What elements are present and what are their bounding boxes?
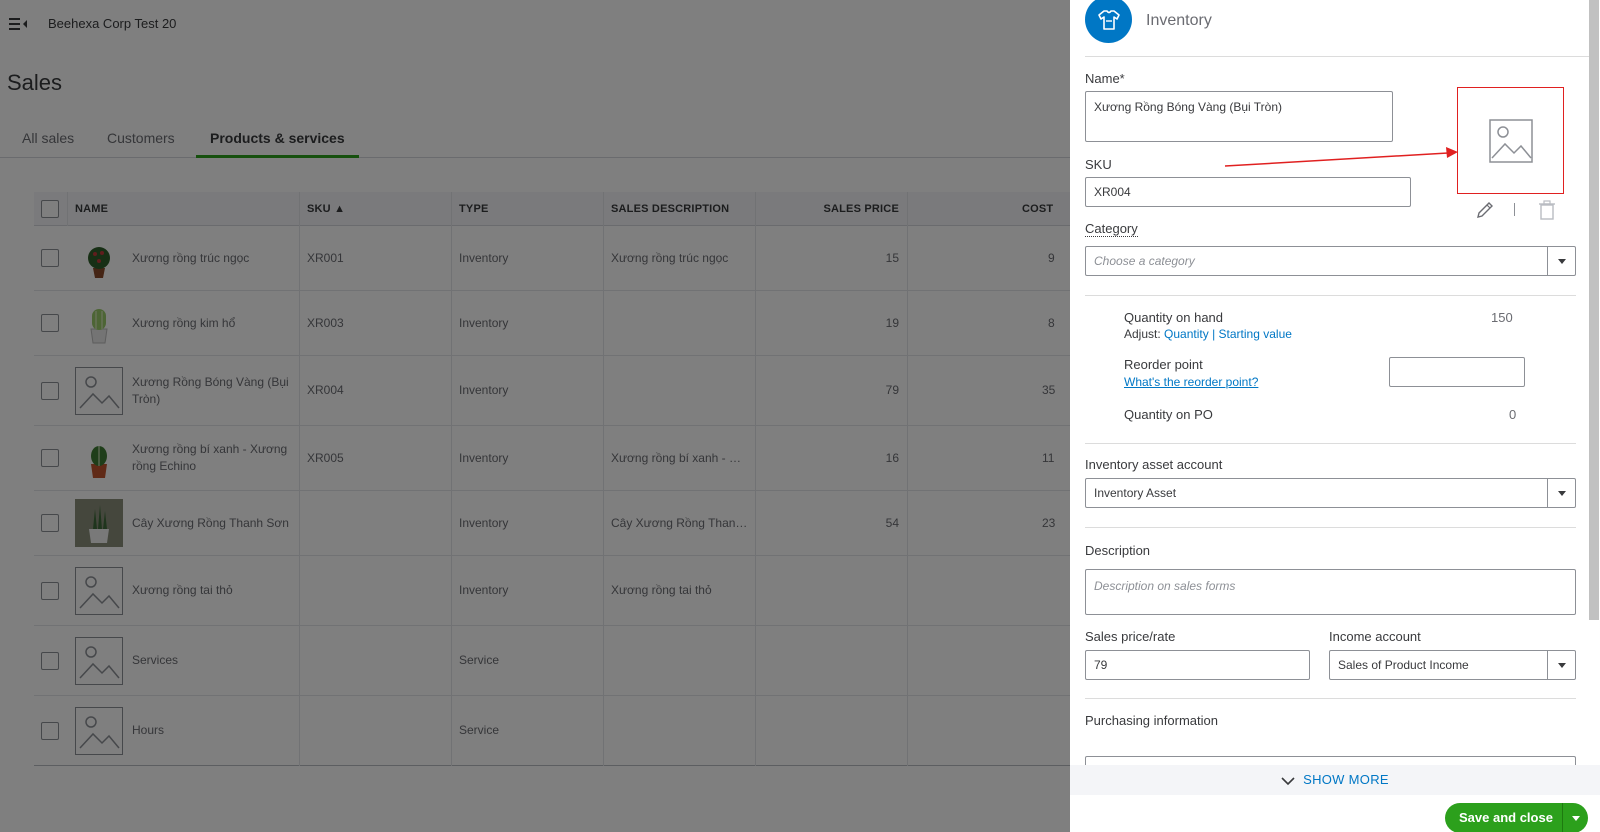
chevron-down-icon [1281,776,1295,785]
caret-down-icon[interactable] [1562,803,1588,832]
adjust-row: Adjust: Quantity | Starting value [1124,327,1292,341]
pencil-icon[interactable] [1475,200,1495,225]
save-and-close-label: Save and close [1459,810,1553,825]
product-image-upload[interactable] [1457,87,1564,194]
divider [1085,295,1576,296]
sku-label: SKU [1085,157,1112,172]
category-label: Category [1085,221,1138,237]
drawer-header: Inventory [1070,0,1600,56]
income-account-value: Sales of Product Income [1338,658,1469,672]
adjust-starting-value-link[interactable]: Starting value [1219,327,1292,341]
qty-on-po-value: 0 [1509,407,1517,422]
adjust-quantity-link[interactable]: Quantity [1164,327,1209,341]
divider [1514,203,1515,216]
drawer-scrollbar[interactable] [1589,0,1599,620]
name-field[interactable]: Xương Rồng Bóng Vàng (Bụi Tròn) [1085,91,1393,142]
sales-price-field[interactable]: 79 [1085,650,1310,680]
asset-account-label: Inventory asset account [1085,457,1223,472]
chevron-down-icon[interactable] [1547,247,1575,275]
asset-account-value: Inventory Asset [1094,486,1177,500]
divider [1085,527,1576,528]
purchasing-info-label: Purchasing information [1085,713,1218,728]
qty-on-hand-value: 150 [1491,310,1513,325]
save-and-close-button[interactable]: Save and close [1445,803,1588,832]
show-more-button[interactable]: SHOW MORE [1070,765,1600,795]
sku-field[interactable]: XR004 [1085,177,1411,207]
qty-on-hand-label: Quantity on hand [1124,310,1224,325]
divider [1085,56,1599,57]
name-label: Name* [1085,71,1125,86]
income-account-label: Income account [1329,629,1421,644]
trash-icon[interactable] [1538,200,1556,225]
description-label: Description [1085,543,1151,558]
divider [1085,443,1576,444]
modal-backdrop[interactable] [0,0,1070,832]
category-select[interactable]: Choose a category [1085,246,1576,276]
divider [1085,698,1576,699]
show-more-label: SHOW MORE [1303,772,1389,787]
asset-account-select[interactable]: Inventory Asset [1085,478,1576,508]
category-placeholder: Choose a category [1094,254,1195,268]
reorder-point-label: Reorder point [1124,357,1203,372]
inventory-shirt-icon [1085,0,1132,43]
description-field[interactable]: Description on sales forms [1085,569,1576,615]
product-drawer: Inventory Name* Xương Rồng Bóng Vàng (Bụ… [1070,0,1600,832]
income-account-select[interactable]: Sales of Product Income [1329,650,1576,680]
item-type-label[interactable]: Inventory [1146,12,1212,30]
reorder-help-link[interactable]: What's the reorder point? [1124,375,1258,389]
adjust-separator: | [1212,327,1216,341]
image-placeholder-icon [1488,118,1533,163]
sales-price-label: Sales price/rate [1085,629,1176,644]
category-label-text: Category [1085,221,1138,237]
qty-on-po-label: Quantity on PO [1124,407,1213,422]
reorder-point-input[interactable] [1389,357,1525,387]
adjust-label: Adjust: [1124,327,1161,341]
chevron-down-icon[interactable] [1547,479,1575,507]
chevron-down-icon[interactable] [1547,651,1575,679]
